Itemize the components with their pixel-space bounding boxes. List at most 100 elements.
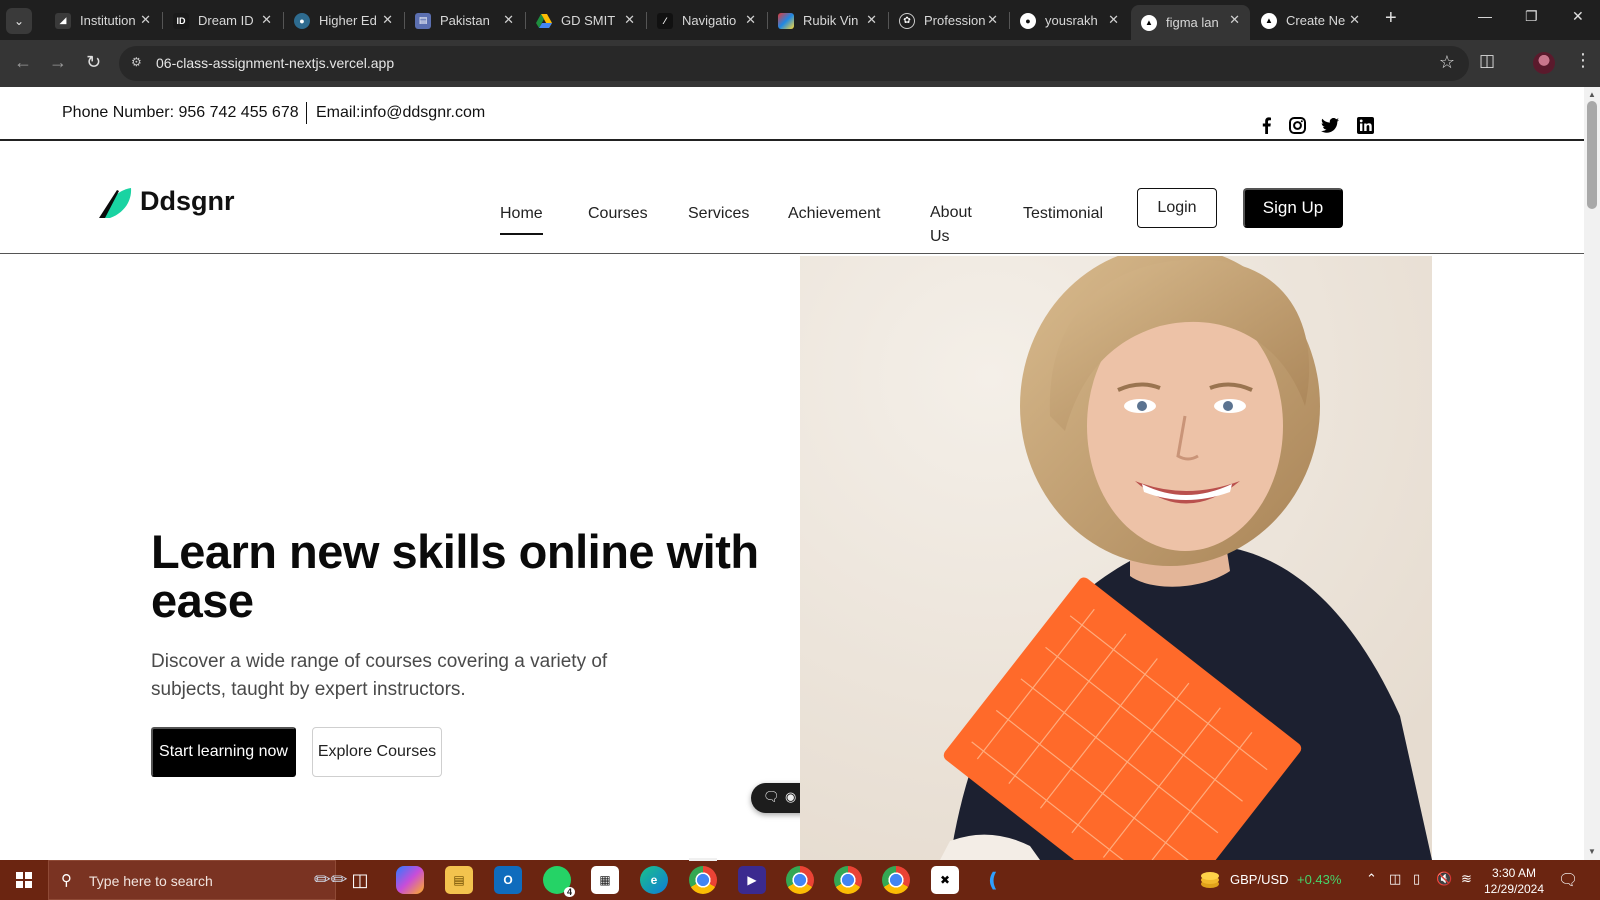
browser-tab-bar: ⌄ ◢ Institution ✕ ID Dream ID ✕ ● Higher… (0, 0, 1600, 40)
eye-toggle-icon[interactable]: ◉ (785, 789, 796, 805)
tab-label: GD SMIT (561, 13, 616, 28)
start-learning-button[interactable]: Start learning now (151, 727, 296, 777)
clock-time: 3:30 AM (1491, 866, 1537, 880)
tab-higher-ed[interactable]: ● Higher Ed ✕ (284, 5, 403, 36)
tab-label: Institution (80, 13, 136, 28)
profile-avatar[interactable] (1533, 52, 1555, 74)
scrollbar-thumb[interactable] (1587, 101, 1597, 209)
sign-up-button[interactable]: Sign Up (1243, 188, 1343, 228)
page-scrollbar[interactable]: ▲ ▼ (1584, 87, 1600, 860)
close-window-icon[interactable]: ✕ (1572, 8, 1584, 25)
url-bar[interactable]: ⚙ 06-class-assignment-nextjs.vercel.app … (119, 46, 1469, 81)
close-icon[interactable]: ✕ (987, 12, 998, 28)
microsoft-store-icon[interactable]: ▦ (591, 866, 619, 894)
hero-subtitle: Discover a wide range of courses coverin… (151, 651, 608, 700)
system-clock[interactable]: 3:30 AM 12/29/2024 (1478, 865, 1550, 897)
rubik-icon (778, 12, 794, 29)
chrome-profile-3-icon[interactable] (834, 866, 862, 894)
close-icon[interactable]: ✕ (1229, 12, 1240, 28)
extensions-puzzle-icon[interactable]: ◫ (1479, 51, 1495, 71)
chrome-profile-2-icon[interactable] (786, 866, 814, 894)
tab-github[interactable]: ● yousrakh ✕ (1010, 5, 1129, 36)
nav-testimonial[interactable]: Testimonial (1023, 205, 1103, 223)
close-icon[interactable]: ✕ (261, 12, 272, 28)
contact-strip: Phone Number: 956 742 455 678 Email:info… (0, 87, 1584, 141)
nav-services[interactable]: Services (688, 205, 749, 223)
tray-chevron-icon[interactable]: ⌃ (1366, 871, 1377, 887)
tab-pakistan[interactable]: ▤ Pakistan ✕ (405, 5, 524, 36)
comment-icon[interactable]: 🗨 (763, 789, 780, 805)
linkedin-icon[interactable] (1355, 115, 1375, 135)
ticker-symbol[interactable]: GBP/USD (1230, 872, 1289, 887)
hero-title: Learn new skills online with ease (151, 525, 759, 627)
tab-search-chevron-icon[interactable]: ⌄ (6, 8, 32, 34)
reload-icon[interactable]: ↻ (86, 52, 101, 73)
tab-gd-smit[interactable]: GD SMIT ✕ (526, 5, 645, 36)
close-icon[interactable]: ✕ (624, 12, 635, 28)
whatsapp-icon[interactable]: 4 (543, 866, 575, 897)
login-button[interactable]: Login (1137, 188, 1217, 228)
wifi-icon[interactable]: ≋ (1461, 871, 1472, 887)
pakistan-icon: ▤ (415, 12, 431, 29)
restore-icon[interactable]: ❐ (1525, 8, 1538, 25)
notification-icon[interactable]: 🗨 (1558, 870, 1578, 890)
close-icon[interactable]: ✕ (503, 12, 514, 28)
minimize-icon[interactable]: — (1478, 8, 1492, 24)
tab-rubik[interactable]: Rubik Vin ✕ (768, 5, 887, 36)
site-settings-icon[interactable]: ⚙ (131, 55, 147, 71)
logo-text[interactable]: Ddsgnr (140, 186, 235, 217)
battery-icon[interactable]: ▯ (1413, 871, 1420, 887)
nav-home[interactable]: Home (500, 205, 543, 235)
tab-figma-landing-active[interactable]: ▲ figma lan ✕ (1131, 5, 1250, 40)
close-icon[interactable]: ✕ (1349, 12, 1360, 28)
logo-leaf-icon[interactable] (99, 187, 133, 224)
tab-institution[interactable]: ◢ Institution ✕ (45, 5, 161, 36)
tab-create-new[interactable]: ▲ Create Ne ✕ (1251, 5, 1370, 36)
edge-icon[interactable]: e (640, 866, 668, 894)
institution-icon: ◢ (55, 12, 71, 29)
chrome-profile-4-icon[interactable] (882, 866, 910, 894)
nav-achievement[interactable]: Achievement (788, 205, 881, 223)
network-icon[interactable]: ◫ (1389, 871, 1401, 887)
outlook-icon[interactable]: O (494, 866, 522, 894)
chrome-icon[interactable] (689, 866, 717, 894)
instagram-icon[interactable] (1287, 115, 1307, 135)
twitter-icon[interactable] (1320, 115, 1340, 135)
whatsapp-badge: 4 (563, 887, 575, 897)
facebook-icon[interactable] (1256, 115, 1276, 135)
explore-courses-button[interactable]: Explore Courses (312, 727, 442, 777)
back-arrow-icon[interactable]: ← (14, 52, 32, 73)
capcut-icon[interactable]: ✖ (931, 866, 959, 894)
forward-arrow-icon[interactable]: → (49, 52, 67, 73)
ticker-change[interactable]: +0.43% (1297, 872, 1341, 887)
tab-navigation[interactable]: ⁄ Navigatio ✕ (647, 5, 766, 36)
tab-profession[interactable]: ✿ Profession ✕ (889, 5, 1008, 36)
url-text[interactable]: 06-class-assignment-nextjs.vercel.app (156, 55, 394, 71)
coins-icon (1201, 872, 1219, 888)
close-icon[interactable]: ✕ (866, 12, 877, 28)
windows-start-icon[interactable] (16, 872, 32, 888)
vercel-icon: ▲ (1261, 12, 1277, 29)
tab-label: Profession (924, 13, 986, 28)
task-view-icon[interactable]: ◫ (346, 866, 374, 894)
close-icon[interactable]: ✕ (745, 12, 756, 28)
scroll-up-icon[interactable]: ▲ (1588, 90, 1596, 99)
vscode-icon[interactable]: ❪ (979, 866, 1007, 894)
search-placeholder[interactable]: Type here to search (89, 873, 213, 889)
scroll-down-icon[interactable]: ▼ (1588, 847, 1596, 856)
nav-courses[interactable]: Courses (588, 205, 648, 223)
power-automate-icon[interactable]: ▶ (738, 866, 766, 894)
close-icon[interactable]: ✕ (382, 12, 393, 28)
tab-dream-id[interactable]: ID Dream ID ✕ (163, 5, 282, 36)
new-tab-plus-icon[interactable]: + (1385, 7, 1397, 30)
bookmark-star-icon[interactable]: ☆ (1439, 52, 1455, 73)
volume-muted-icon[interactable]: 🔇 (1436, 871, 1452, 887)
file-explorer-icon[interactable]: ▤ (445, 866, 473, 894)
copilot-icon[interactable] (396, 866, 424, 894)
chatgpt-icon: ✿ (899, 12, 915, 29)
close-icon[interactable]: ✕ (1108, 12, 1119, 28)
close-icon[interactable]: ✕ (140, 12, 151, 28)
taskbar-search[interactable]: ⚲ Type here to search ✏✏ (48, 860, 348, 900)
browser-menu-icon[interactable]: ⋮ (1574, 50, 1592, 71)
nav-about-us[interactable]: About Us (930, 201, 988, 249)
